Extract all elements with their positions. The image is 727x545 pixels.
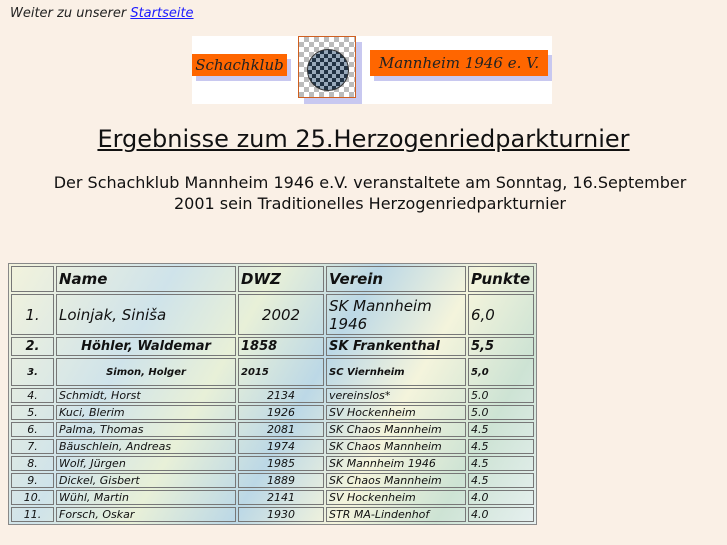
col-name: Name: [56, 266, 236, 292]
col-punkte: Punkte: [468, 266, 534, 292]
cell-name: Höhler, Waldemar: [56, 337, 236, 356]
cell-punkte: 4.5: [468, 473, 534, 488]
cell-rank: 9.: [11, 473, 54, 488]
cell-rank: 3.: [11, 358, 54, 386]
logo-left-text: Schachklub: [192, 54, 287, 76]
cell-verein: SC Viernheim: [326, 358, 466, 386]
cell-punkte: 5,0: [468, 358, 534, 386]
cell-rank: 7.: [11, 439, 54, 454]
cell-dwz: 2141: [238, 490, 324, 505]
cell-verein: SK Chaos Mannheim: [326, 439, 466, 454]
cell-name: Wühl, Martin: [56, 490, 236, 505]
table-row: 2. Höhler, Waldemar 1858 SK Frankenthal 5,5: [11, 337, 534, 356]
cell-dwz: 2081: [238, 422, 324, 437]
chess-crest-icon: [298, 36, 356, 98]
cell-dwz: 2002: [238, 294, 324, 335]
col-rank: [11, 266, 54, 292]
cell-name: Simon, Holger: [56, 358, 236, 386]
cell-dwz: 2015: [238, 358, 324, 386]
cell-dwz: 2134: [238, 388, 324, 403]
logo-right-text: Mannheim 1946 e. V.: [370, 50, 548, 76]
cell-rank: 11.: [11, 507, 54, 522]
page-title: Ergebnisse zum 25.Herzogenriedparkturnie…: [97, 125, 630, 153]
cell-rank: 6.: [11, 422, 54, 437]
cell-punkte: 4.5: [468, 422, 534, 437]
table-row: 4. Schmidt, Horst 2134 vereinslos* 5.0: [11, 388, 534, 403]
cell-punkte: 5.0: [468, 405, 534, 420]
col-verein: Verein: [326, 266, 466, 292]
cell-punkte: 4.0: [468, 490, 534, 505]
cell-dwz: 1889: [238, 473, 324, 488]
cell-punkte: 4.0: [468, 507, 534, 522]
cell-verein: SV Hockenheim: [326, 405, 466, 420]
cell-verein: SK Frankenthal: [326, 337, 466, 356]
cell-name: Dickel, Gisbert: [56, 473, 236, 488]
nav-line: Weiter zu unserer Startseite: [10, 6, 194, 21]
cell-name: Wolf, Jürgen: [56, 456, 236, 471]
cell-name: Loinjak, Siniša: [56, 294, 236, 335]
cell-dwz: 1985: [238, 456, 324, 471]
table-row: 11. Forsch, Oskar 1930 STR MA-Lindenhof 4.0: [11, 507, 534, 522]
cell-punkte: 4.5: [468, 439, 534, 454]
cell-name: Forsch, Oskar: [56, 507, 236, 522]
cell-name: Palma, Thomas: [56, 422, 236, 437]
subtitle-line: 2001 sein Traditionelles Herzogenriedpar…: [173, 194, 567, 213]
table-row: 10. Wühl, Martin 2141 SV Hockenheim 4.0: [11, 490, 534, 505]
cell-dwz: 1974: [238, 439, 324, 454]
table-row: 3. Simon, Holger 2015 SC Viernheim 5,0: [11, 358, 534, 386]
cell-rank: 10.: [11, 490, 54, 505]
results-table: Name DWZ Verein Punkte 1. Loinjak, Siniša…: [8, 263, 537, 525]
cell-dwz: 1858: [238, 337, 324, 356]
cell-name: Kuci, Blerim: [56, 405, 236, 420]
cell-name: Schmidt, Horst: [56, 388, 236, 403]
table-row: 1. Loinjak, Siniša 2002 SK Mannheim 1946 6,0: [11, 294, 534, 335]
cell-name: Bäuschlein, Andreas: [56, 439, 236, 454]
cell-punkte: 5,5: [468, 337, 534, 356]
nav-prefix: Weiter zu unserer: [10, 6, 127, 21]
table-row: 8. Wolf, Jürgen 1985 SK Mannheim 1946 4.5: [11, 456, 534, 471]
cell-verein: SK Chaos Mannheim: [326, 422, 466, 437]
cell-rank: 2.: [11, 337, 54, 356]
subtitle-line: Der Schachklub Mannheim 1946 e.V. verans…: [53, 173, 687, 192]
table-row: 5. Kuci, Blerim 1926 SV Hockenheim 5.0: [11, 405, 534, 420]
table-row: 6. Palma, Thomas 2081 SK Chaos Mannheim 4.5: [11, 422, 534, 437]
cell-rank: 4.: [11, 388, 54, 403]
table-row: 9. Dickel, Gisbert 1889 SK Chaos Mannheim 4.…: [11, 473, 534, 488]
cell-verein: STR MA-Lindenhof: [326, 507, 466, 522]
table-header-row: Name DWZ Verein Punkte: [11, 266, 534, 292]
club-logo: Schachklub Mannheim 1946 e. V.: [192, 36, 552, 104]
cell-punkte: 5.0: [468, 388, 534, 403]
cell-punkte: 6,0: [468, 294, 534, 335]
cell-rank: 8.: [11, 456, 54, 471]
cell-rank: 1.: [11, 294, 54, 335]
cell-verein: vereinslos*: [326, 388, 466, 403]
cell-dwz: 1930: [238, 507, 324, 522]
cell-punkte: 4.5: [468, 456, 534, 471]
cell-verein: SK Mannheim 1946: [326, 456, 466, 471]
cell-verein: SK Chaos Mannheim: [326, 473, 466, 488]
page-subtitle: Der Schachklub Mannheim 1946 e.V. verans…: [20, 172, 720, 214]
cell-verein: SV Hockenheim: [326, 490, 466, 505]
cell-dwz: 1926: [238, 405, 324, 420]
table-row: 7. Bäuschlein, Andreas 1974 SK Chaos Mannhe…: [11, 439, 534, 454]
col-dwz: DWZ: [238, 266, 324, 292]
cell-verein: SK Mannheim 1946: [326, 294, 466, 335]
cell-rank: 5.: [11, 405, 54, 420]
startseite-link[interactable]: Startseite: [130, 6, 193, 21]
